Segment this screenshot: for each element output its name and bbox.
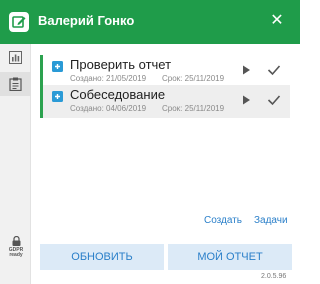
task-type-icon (52, 61, 63, 72)
edit-note-icon (9, 12, 29, 32)
refresh-button[interactable]: ОБНОВИТЬ (40, 244, 164, 270)
gdpr-sublabel: ready (9, 252, 23, 258)
task-title: Проверить отчет (70, 57, 172, 72)
my-report-button[interactable]: МОЙ ОТЧЕТ (168, 244, 292, 270)
version-label: 2.0.5.96 (261, 273, 287, 280)
task-due-date: Срок: 25/11/2019 (162, 104, 225, 113)
play-icon[interactable] (239, 63, 253, 77)
lock-icon (12, 236, 20, 246)
task-due-date: Срок: 25/11/2019 (162, 74, 225, 83)
task-row[interactable]: Собеседование Создано: 04/06/2019 Срок: … (40, 85, 290, 118)
sidebar-item-tasks[interactable] (0, 72, 31, 96)
app-header: Валерий Гонко ✕ (0, 0, 300, 44)
bar-chart-icon (9, 51, 22, 64)
task-created-date: Создано: 04/06/2019 (70, 104, 147, 113)
sidebar: GDPR ready (0, 44, 31, 284)
play-icon[interactable] (239, 93, 253, 107)
task-created-date: Создано: 21/05/2019 (70, 74, 147, 83)
user-name-title: Валерий Гонко (38, 13, 135, 28)
check-icon[interactable] (266, 93, 282, 107)
close-icon[interactable]: ✕ (267, 11, 287, 31)
tasks-link[interactable]: Задачи (254, 215, 288, 226)
clipboard-icon (9, 77, 22, 91)
task-status-bar (40, 55, 43, 88)
check-icon[interactable] (266, 63, 282, 77)
task-type-icon (52, 91, 63, 102)
task-row[interactable]: Проверить отчет Создано: 21/05/2019 Срок… (40, 55, 290, 88)
task-status-bar (40, 85, 43, 118)
sidebar-item-stats[interactable] (0, 46, 31, 70)
gdpr-badge: GDPR ready (6, 236, 26, 258)
task-title: Собеседование (70, 87, 166, 102)
create-link[interactable]: Создать (204, 215, 242, 226)
